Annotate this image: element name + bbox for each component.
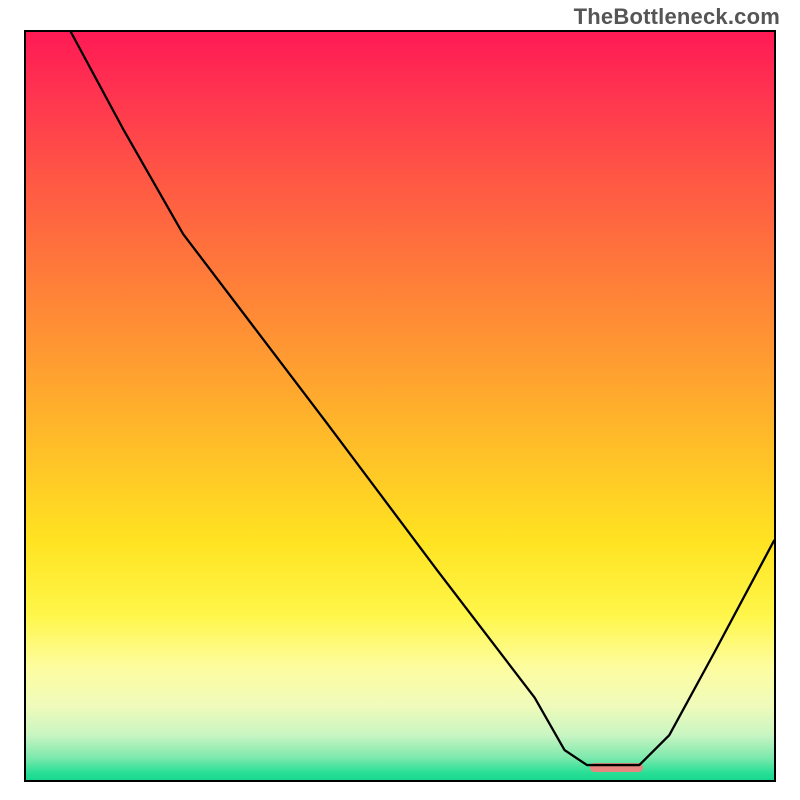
curve-path	[71, 32, 774, 765]
chart-container: TheBottleneck.com	[0, 0, 800, 800]
watermark-label: TheBottleneck.com	[574, 4, 780, 30]
plot-area	[24, 30, 776, 782]
bottleneck-curve	[26, 32, 774, 780]
